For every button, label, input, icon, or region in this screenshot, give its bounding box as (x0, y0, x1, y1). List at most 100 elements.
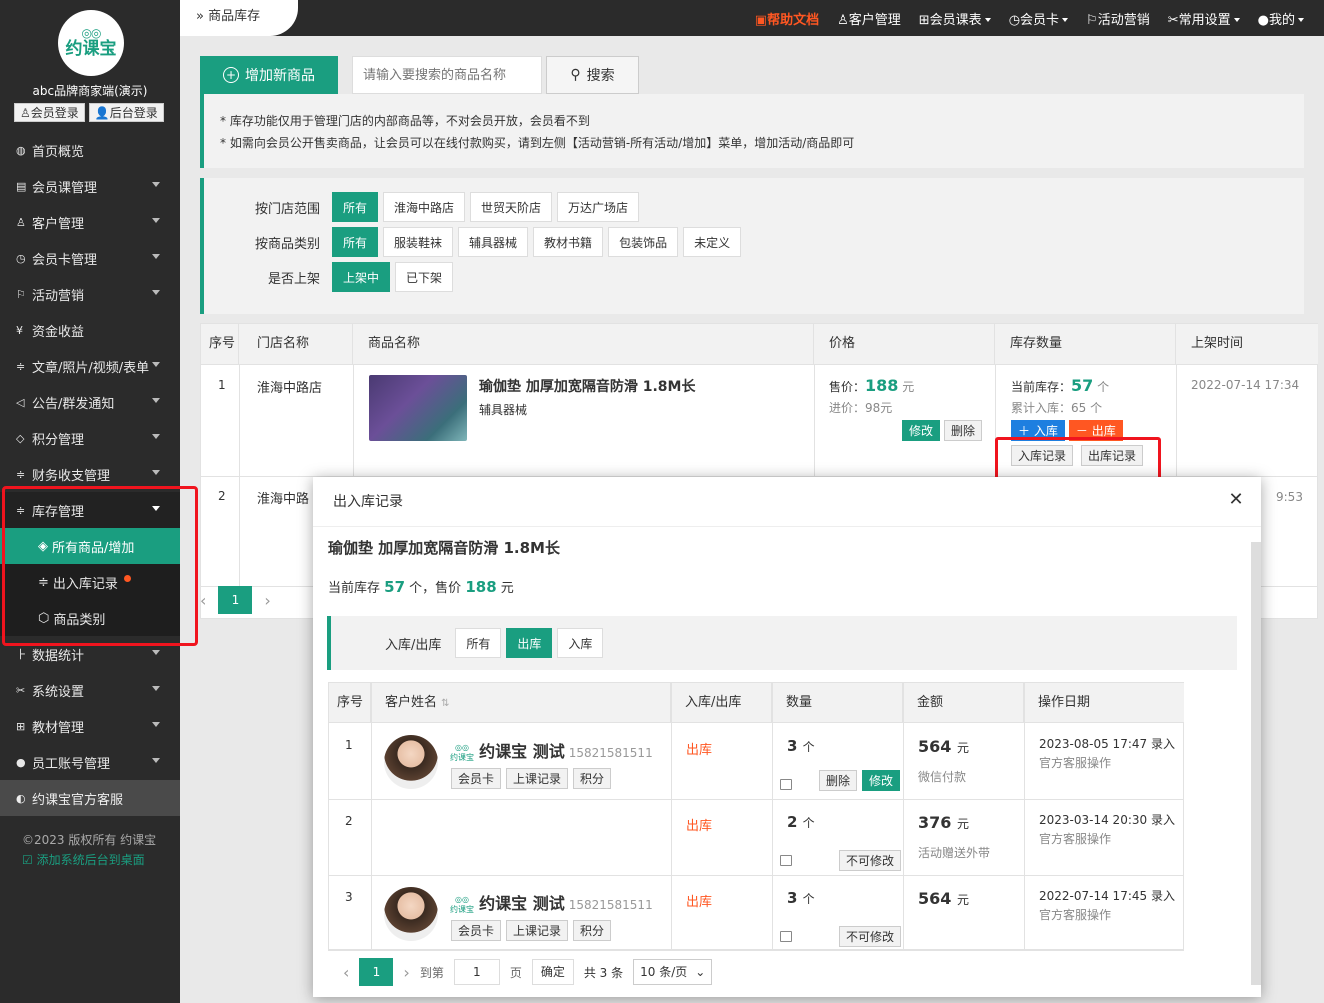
table-row: 3 ◎◎ 约课宝 约课宝 测试 15821581511 会员卡 上课记录 积分 出库… (329, 876, 1184, 952)
sidebar-item-system[interactable]: ✂ 系统设置 (0, 672, 180, 708)
filter-store-shimao[interactable]: 世贸天阶店 (470, 192, 553, 222)
filter-cat-books[interactable]: 教材书籍 (533, 227, 604, 257)
delete-product-button[interactable]: 删除 (944, 420, 983, 441)
pager-confirm-button[interactable]: 确定 (531, 959, 574, 985)
sidebar-item-articles[interactable]: ≑ 文章/照片/视频/表单 (0, 348, 180, 384)
sidebar-item-points[interactable]: ◇ 积分管理 (0, 420, 180, 456)
col-header-time: 上架时间 (1176, 324, 1318, 365)
filter-cat-equipment[interactable]: 辅具器械 (458, 227, 529, 257)
pager-page-input[interactable]: 1 (453, 959, 500, 985)
not-editable-badge: 不可修改 (839, 926, 902, 947)
top-nav-label: 常用设置 (1178, 12, 1231, 28)
sidebar-item-marketing[interactable]: ⚐ 活动营销 (0, 276, 180, 312)
person-icon: ● (1257, 12, 1269, 28)
sliders-icon: ≑ (16, 467, 26, 481)
sidebar-item-home[interactable]: ◍ 首页概览 (0, 132, 180, 168)
sidebar-item-staff[interactable]: ● 员工账号管理 (0, 744, 180, 780)
customer-phone: 15821581511 (568, 746, 653, 760)
modal-filter-in[interactable]: 入库 (557, 628, 604, 658)
sidebar-item-member-card[interactable]: ◷ 会员卡管理 (0, 240, 180, 276)
modal-stock-prefix: 当前库存 (328, 581, 381, 596)
person-icon: ● (16, 755, 26, 769)
search-input[interactable] (352, 56, 542, 94)
sidebar-item-label: 会员卡管理 (32, 252, 98, 268)
close-icon[interactable]: ✕ (1225, 489, 1247, 511)
customer-info: ◎◎ 约课宝 约课宝 测试 15821581511 (449, 738, 653, 765)
add-product-button[interactable]: + 增加新商品 (200, 56, 338, 94)
member-card-tag[interactable]: 会员卡 (451, 920, 502, 941)
book-icon: ⊞ (16, 719, 26, 733)
member-card-tag[interactable]: 会员卡 (451, 768, 502, 789)
modal-filter-out[interactable]: 出库 (506, 628, 553, 658)
filter-shelf-on[interactable]: 上架中 (332, 262, 391, 292)
class-record-tag[interactable]: 上课记录 (506, 768, 569, 789)
filter-cat-clothing[interactable]: 服装鞋袜 (383, 227, 454, 257)
points-tag[interactable]: 积分 (573, 920, 612, 941)
chevron-right-icon[interactable]: › (403, 963, 409, 982)
filter-store-huaihai[interactable]: 淮海中路店 (383, 192, 466, 222)
filter-shelf-off[interactable]: 已下架 (395, 262, 454, 292)
chevron-left-icon[interactable]: ‹ (200, 591, 206, 610)
sidebar-item-label: 首页概览 (32, 144, 85, 160)
sale-price-unit: 元 (902, 380, 915, 394)
sidebar-item-funds[interactable]: ¥ 资金收益 (0, 312, 180, 348)
chevron-down-icon (152, 722, 160, 727)
printer-icon[interactable] (780, 779, 792, 790)
top-nav-schedule[interactable]: ⊞会员课表 (919, 9, 991, 28)
sidebar-item-notices[interactable]: ◁ 公告/群发通知 (0, 384, 180, 420)
customer-name[interactable]: 约课宝 测试 (479, 894, 565, 913)
top-nav-member-card[interactable]: ◷会员卡 (1009, 9, 1069, 28)
pager-current[interactable]: 1 (359, 958, 394, 986)
search-button[interactable]: ⚲ 搜索 (546, 56, 639, 94)
top-nav-marketing[interactable]: ⚐活动营销 (1086, 9, 1150, 28)
delete-record-button[interactable]: 删除 (819, 770, 858, 791)
chevron-right-icon[interactable]: › (264, 591, 270, 610)
pager-current[interactable]: 1 (218, 586, 253, 614)
avatar (384, 735, 438, 789)
sort-icon[interactable]: ⇅ (441, 698, 449, 709)
col-header-no: 序号 (201, 324, 239, 365)
sidebar-item-customers[interactable]: ♙ 客户管理 (0, 204, 180, 240)
chevron-down-icon (152, 758, 160, 763)
filter-cat-all[interactable]: 所有 (332, 227, 379, 257)
record-qty-unit: 个 (802, 892, 815, 906)
add-desktop-link[interactable]: ☑ 添加系统后台到桌面 (22, 850, 156, 870)
class-record-tag[interactable]: 上课记录 (506, 920, 569, 941)
edit-record-button[interactable]: 修改 (862, 770, 901, 791)
sidebar-item-service[interactable]: ◐ 约课宝官方客服 (0, 780, 180, 816)
product-thumbnail[interactable] (369, 375, 467, 441)
sidebar-item-label: 教材管理 (32, 720, 85, 736)
filter-cat-packaging[interactable]: 包装饰品 (608, 227, 679, 257)
filter-store-wanda[interactable]: 万达广场店 (557, 192, 640, 222)
filter-cat-undefined[interactable]: 未定义 (683, 227, 742, 257)
chevron-down-icon (152, 470, 160, 475)
row-store: 淮海中路 (257, 492, 310, 507)
top-nav-customers[interactable]: ♙客户管理 (837, 9, 901, 28)
pager: ‹ 1 › (200, 586, 271, 614)
col-header-customer[interactable]: 客户姓名 ⇅ (371, 683, 671, 723)
modal-filter-all[interactable]: 所有 (455, 628, 502, 658)
pager-size-select[interactable]: 10 条/页 ⌄ (633, 959, 713, 985)
admin-login-button[interactable]: 👤后台登录 (88, 103, 164, 122)
admin-login-label: 后台登录 (109, 106, 158, 120)
brand-logo[interactable]: ◎◎ 约课宝 (58, 10, 124, 76)
top-nav-help[interactable]: ▣帮助文档 (755, 9, 819, 28)
modal-header: 出入库记录 (313, 477, 1261, 527)
top-nav-me[interactable]: ●我的 (1258, 9, 1304, 28)
add-desktop-label: 添加系统后台到桌面 (36, 853, 145, 867)
points-tag[interactable]: 积分 (573, 768, 612, 789)
edit-product-button[interactable]: 修改 (902, 420, 941, 441)
record-operator: 官方客服操作 (1039, 908, 1112, 922)
printer-icon[interactable] (780, 855, 792, 866)
chevron-left-icon[interactable]: ‹ (343, 963, 349, 982)
sidebar-item-member-course[interactable]: ▤ 会员课管理 (0, 168, 180, 204)
sidebar-item-label: 员工账号管理 (32, 756, 111, 772)
sidebar-item-materials[interactable]: ⊞ 教材管理 (0, 708, 180, 744)
customer-name[interactable]: 约课宝 测试 (479, 742, 565, 761)
member-login-button[interactable]: ♙会员登录 (14, 103, 85, 122)
product-name[interactable]: 瑜伽垫 加厚加宽隔音防滑 1.8M长 (479, 376, 695, 396)
modal-scrollbar[interactable] (1251, 542, 1261, 985)
filter-store-all[interactable]: 所有 (332, 192, 379, 222)
printer-icon[interactable] (780, 931, 792, 942)
top-nav-settings[interactable]: ✂常用设置 (1168, 9, 1240, 28)
